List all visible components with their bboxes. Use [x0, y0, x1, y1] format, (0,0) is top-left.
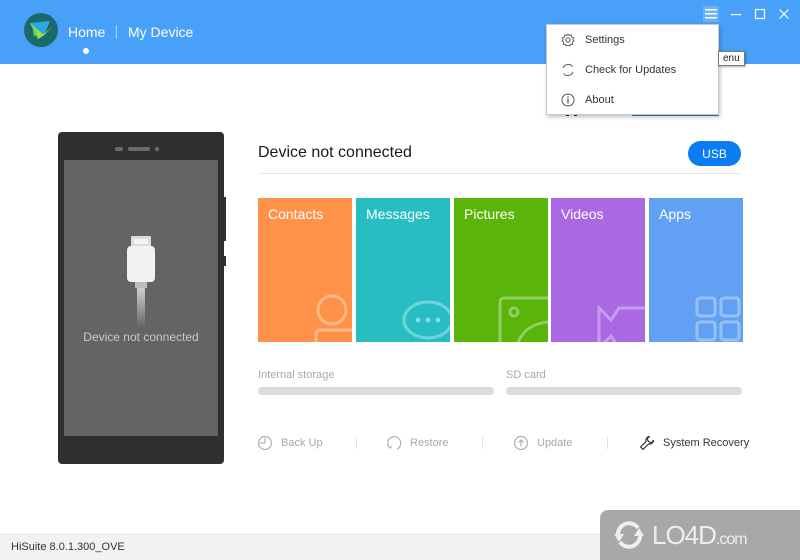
update-action[interactable]: Update	[513, 434, 572, 452]
active-nav-indicator	[83, 48, 89, 54]
system-recovery-label: System Recovery	[663, 437, 750, 449]
lo4d-watermark: LO4D.com	[600, 510, 800, 560]
gear-icon	[561, 33, 575, 47]
phone-illustration: Device not connected	[58, 132, 226, 464]
backup-label: Back Up	[281, 437, 323, 449]
video-icon	[597, 304, 645, 342]
menu-item-check-updates[interactable]: Check for Updates	[547, 55, 718, 85]
phone-power-button	[224, 256, 226, 266]
tile-pictures[interactable]: Pictures	[454, 198, 548, 342]
maximize-button[interactable]	[752, 6, 768, 22]
backup-icon	[257, 435, 273, 451]
watermark-text: LO4D.com	[652, 519, 748, 550]
restore-icon	[387, 436, 402, 450]
restore-action[interactable]: Restore	[386, 434, 449, 452]
update-label: Update	[537, 437, 573, 449]
menu-item-settings[interactable]: Settings	[547, 25, 718, 55]
tile-videos[interactable]: Videos	[551, 198, 645, 342]
menu-item-label: Settings	[585, 34, 625, 46]
version-text: HiSuite 8.0.1.300_OVE	[11, 541, 125, 553]
action-divider	[356, 437, 357, 449]
menu-item-label: Check for Updates	[585, 64, 677, 76]
backup-action[interactable]: Back Up	[257, 434, 323, 452]
maximize-icon	[754, 8, 766, 20]
menu-item-about[interactable]: About	[547, 85, 718, 115]
tile-label: Messages	[366, 206, 430, 222]
system-recovery-action[interactable]: System Recovery	[639, 434, 749, 452]
chat-icon	[402, 300, 450, 340]
menu-icon	[705, 9, 717, 19]
phone-volume-button	[224, 197, 226, 241]
nav-my-device[interactable]: My Device	[128, 24, 193, 40]
tile-label: Videos	[561, 206, 604, 222]
tile-contacts[interactable]: Contacts	[258, 198, 352, 342]
phone-status-text: Device not connected	[83, 330, 199, 344]
wrench-icon	[639, 435, 655, 451]
refresh-icon	[562, 63, 574, 77]
status-divider	[258, 173, 741, 174]
hisuite-window: Home My Device Device not connected Devi…	[0, 0, 800, 560]
action-divider	[607, 437, 608, 449]
update-icon	[513, 435, 529, 451]
menu-item-label: About	[585, 94, 614, 106]
close-icon	[779, 9, 789, 19]
menu-button[interactable]	[703, 6, 719, 22]
main-menu-dropdown: Settings Check for Updates About	[546, 24, 719, 115]
tile-label: Contacts	[268, 206, 324, 222]
phone-speaker-icon	[115, 146, 160, 152]
tile-messages[interactable]: Messages	[356, 198, 450, 342]
nav-home[interactable]: Home	[68, 24, 105, 40]
info-icon	[561, 93, 575, 107]
action-divider	[482, 437, 483, 449]
picture-icon	[498, 296, 548, 342]
minimize-icon	[731, 14, 741, 16]
usb-connect-button[interactable]: USB	[688, 141, 741, 166]
sd-card-bar	[506, 387, 742, 395]
minimize-button[interactable]	[728, 6, 744, 22]
restore-label: Restore	[410, 437, 449, 449]
tile-label: Pictures	[464, 206, 515, 222]
lo4d-logo-icon	[614, 521, 644, 549]
device-status-title: Device not connected	[258, 144, 412, 161]
internal-storage-bar	[258, 387, 494, 395]
sd-card-label: SD card	[506, 369, 546, 381]
tile-apps[interactable]: Apps	[649, 198, 743, 342]
tile-label: Apps	[659, 206, 691, 222]
menu-tooltip: enu	[718, 51, 745, 66]
contact-icon	[314, 294, 352, 342]
internal-storage-label: Internal storage	[258, 369, 335, 381]
usb-cable-icon	[127, 236, 155, 328]
apps-icon	[695, 296, 741, 342]
nav-divider	[116, 25, 117, 39]
close-button[interactable]	[776, 6, 792, 22]
hisuite-logo	[24, 13, 58, 47]
